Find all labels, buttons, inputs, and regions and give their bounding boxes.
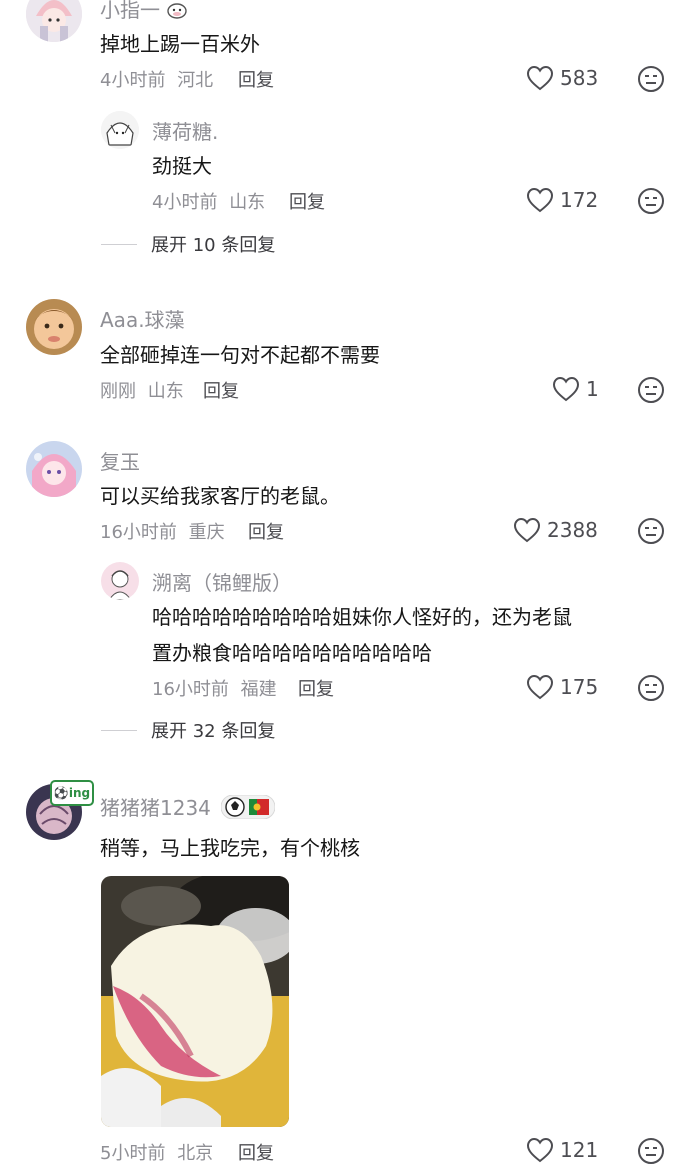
avatar[interactable] <box>101 562 139 600</box>
comment-photo[interactable] <box>101 876 289 1127</box>
username-text: 小指一 <box>100 0 160 22</box>
heart-outline-icon <box>552 376 580 402</box>
username[interactable]: 溯离（锦鲤版） <box>152 567 292 596</box>
comment-text: 掉地上踢一百米外 <box>100 32 260 56</box>
unamused-face-icon[interactable] <box>637 517 665 545</box>
heart-outline-icon <box>526 187 554 213</box>
like-button[interactable]: 2388 <box>513 517 598 543</box>
reply-button[interactable]: 回复 <box>238 1139 274 1165</box>
comment-text-line-1: 哈哈哈哈哈哈哈哈哈姐妹你人怪好的，还为老鼠 <box>152 605 572 629</box>
comment-time: 16小时前 <box>100 522 177 543</box>
reply-button[interactable]: 回复 <box>298 675 334 701</box>
unamused-face-icon[interactable] <box>637 1137 665 1165</box>
like-count: 1 <box>586 377 599 401</box>
avatar[interactable] <box>101 111 139 149</box>
comment-meta: 刚刚 山东 <box>100 377 184 403</box>
heart-outline-icon <box>526 1137 554 1163</box>
expand-replies-label: 展开 10 条回复 <box>151 235 276 256</box>
unamused-face-icon[interactable] <box>637 65 665 93</box>
like-button[interactable]: 583 <box>526 65 598 91</box>
comment-time: 4小时前 <box>152 192 218 213</box>
like-button[interactable]: 121 <box>526 1137 598 1163</box>
expand-replies-button[interactable]: 展开 10 条回复 <box>101 231 275 257</box>
username[interactable]: 复玉 <box>100 446 140 475</box>
expand-replies-label: 展开 32 条回复 <box>151 721 276 742</box>
divider <box>101 243 137 245</box>
comment-time: 4小时前 <box>100 70 166 91</box>
like-count: 2388 <box>547 518 598 542</box>
comment-meta: 4小时前 山东 <box>152 188 265 214</box>
reply-button[interactable]: 回复 <box>203 377 239 403</box>
reply-button[interactable]: 回复 <box>248 518 284 544</box>
avatar-badge-text: ing <box>68 786 91 800</box>
heart-outline-icon <box>526 65 554 91</box>
like-button[interactable]: 172 <box>526 187 598 213</box>
comment-location: 河北 <box>177 70 214 91</box>
like-count: 175 <box>560 675 599 699</box>
comment-text: 劲挺大 <box>152 154 212 178</box>
comment-location: 山东 <box>229 192 266 213</box>
comment-location: 重庆 <box>188 522 225 543</box>
comment-location: 山东 <box>147 381 184 402</box>
comment-time: 5小时前 <box>100 1143 166 1164</box>
avatar[interactable] <box>26 0 82 42</box>
avatar-image <box>26 441 82 497</box>
username-text: 猪猪猪1234 <box>100 796 211 820</box>
avatar[interactable] <box>26 299 82 355</box>
cow-icon <box>166 0 188 24</box>
comment-text-line-2: 置办粮食哈哈哈哈哈哈哈哈哈哈 <box>152 641 432 665</box>
comment-location: 北京 <box>177 1143 214 1164</box>
avatar-image <box>26 299 82 355</box>
unamused-face-icon[interactable] <box>637 674 665 702</box>
comment-location: 福建 <box>240 679 277 700</box>
soccer-ball-icon: ⚽ <box>53 786 69 800</box>
username[interactable]: 小指一 <box>100 0 188 24</box>
comment-meta: 16小时前 重庆 <box>100 518 225 544</box>
unamused-face-icon[interactable] <box>637 376 665 404</box>
peach-photo-image <box>101 876 289 1127</box>
comment-text: 稍等，马上我吃完，有个桃核 <box>100 836 360 860</box>
unamused-face-icon[interactable] <box>637 187 665 215</box>
comment-text: 全部砸掉连一句对不起都不需要 <box>100 343 380 367</box>
like-count: 583 <box>560 66 599 90</box>
divider <box>101 729 137 731</box>
username[interactable]: 薄荷糖. <box>152 116 218 145</box>
comment-meta: 16小时前 福建 <box>152 675 277 701</box>
like-button[interactable]: 1 <box>552 376 599 402</box>
soccer-flag-badge-icon <box>220 794 276 824</box>
avatar-badge: ⚽ing <box>50 780 94 806</box>
like-button[interactable]: 175 <box>526 674 598 700</box>
like-count: 121 <box>560 1138 599 1162</box>
comment-meta: 5小时前 北京 <box>100 1139 213 1165</box>
comment-time: 刚刚 <box>100 381 136 402</box>
like-count: 172 <box>560 188 599 212</box>
heart-outline-icon <box>513 517 541 543</box>
avatar-image <box>101 562 139 600</box>
avatar-image <box>26 0 82 42</box>
reply-button[interactable]: 回复 <box>289 188 325 214</box>
avatar[interactable] <box>26 441 82 497</box>
comment-time: 16小时前 <box>152 679 229 700</box>
heart-outline-icon <box>526 674 554 700</box>
username[interactable]: 猪猪猪1234 <box>100 792 276 824</box>
comment-meta: 4小时前 河北 <box>100 66 213 92</box>
username[interactable]: Aaa.球藻 <box>100 304 185 333</box>
reply-button[interactable]: 回复 <box>238 66 274 92</box>
comment-text: 可以买给我家客厅的老鼠。 <box>100 484 340 508</box>
avatar-image <box>101 111 139 149</box>
expand-replies-button[interactable]: 展开 32 条回复 <box>101 717 275 743</box>
